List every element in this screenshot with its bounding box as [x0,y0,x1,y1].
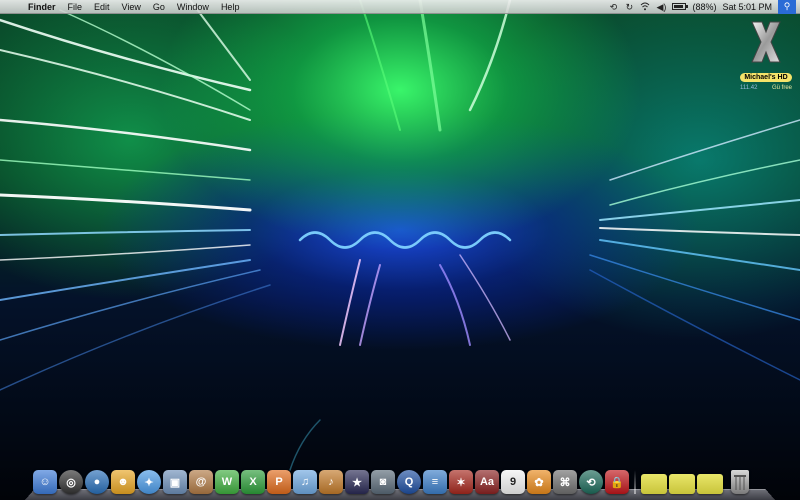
dictionary-icon[interactable]: Aa [475,470,499,494]
trash-icon[interactable] [731,470,749,494]
mac-os-x-disk-icon [748,18,784,66]
address-book-icon[interactable]: @ [189,470,213,494]
menu-app-finder[interactable]: Finder [22,0,62,14]
volume-icon[interactable]: ◀) [656,2,666,12]
iphoto-icon[interactable]: ◙ [371,470,395,494]
documents-folder-icon[interactable] [669,474,695,494]
dock-icons: ☺ ◎ ● ☻ ✦ ▣ @ W X P ♫ ♪ ★ ◙ Q ≡ ✶ Aa 9 ✿ ⌘ ⟲ 🔒 [33,464,749,494]
google-earth-icon[interactable]: ● [85,470,109,494]
menu-bar: Finder File Edit View Go Window Help ⟲ ↻… [0,0,800,14]
flower-icon[interactable]: ✿ [527,470,551,494]
menu-edit[interactable]: Edit [88,0,116,14]
game-icon[interactable]: ✶ [449,470,473,494]
menu-go[interactable]: Go [147,0,171,14]
security-lock-icon[interactable]: 🔒 [605,470,629,494]
disk-capacity: 111.42 [740,85,758,91]
ichat-icon[interactable]: ☻ [111,470,135,494]
finder-icon[interactable]: ☺ [33,470,57,494]
app-banner-icon[interactable]: ≡ [423,470,447,494]
time-machine-icon[interactable]: ⟲ [608,2,618,12]
garageband-icon[interactable]: ♪ [319,470,343,494]
menu-file[interactable]: File [62,0,89,14]
utility-icon[interactable]: ⌘ [553,470,577,494]
time-machine-icon[interactable]: ⟲ [579,470,603,494]
desktop-wallpaper [0,0,800,500]
word-icon[interactable]: W [215,470,239,494]
spotlight-icon[interactable]: ⚲ [778,0,796,14]
downloads-folder-icon[interactable] [697,474,723,494]
itunes-icon[interactable]: ♫ [293,470,317,494]
light-streaks [0,0,800,471]
applications-folder-icon[interactable] [641,474,667,494]
menu-help[interactable]: Help [215,0,246,14]
disk-free: Gü free [771,85,792,91]
imovie-icon[interactable]: ★ [345,470,369,494]
quicktime-icon[interactable]: Q [397,470,421,494]
dashboard-icon[interactable]: ◎ [59,470,83,494]
disk-name-label[interactable]: Michael's HD [740,73,792,82]
preview-icon[interactable]: ▣ [163,470,187,494]
clock[interactable]: Sat 5:01 PM [722,2,772,12]
battery-level [674,5,684,8]
disk-info: 111.42 Gü free [736,85,796,91]
excel-icon[interactable]: X [241,470,265,494]
status-area: ⟲ ↻ ◀) (88%) Sat 5:01 PM ⚲ [608,0,800,14]
sync-icon[interactable]: ↻ [624,2,634,12]
battery-percent: (88%) [692,1,717,12]
menu-window[interactable]: Window [171,0,215,14]
dock: ☺ ◎ ● ☻ ✦ ▣ @ W X P ♫ ♪ ★ ◙ Q ≡ ✶ Aa 9 ✿ ⌘ ⟲ 🔒 [25,464,775,500]
powerpoint-icon[interactable]: P [267,470,291,494]
safari-icon[interactable]: ✦ [137,470,161,494]
desktop-disk-icon[interactable]: Michael's HD 111.42 Gü free [736,18,796,91]
menu-view[interactable]: View [116,0,147,14]
wifi-icon[interactable] [640,2,650,12]
battery-icon[interactable] [672,3,689,10]
dock-separator [634,470,636,494]
ical-icon[interactable]: 9 [501,470,525,494]
